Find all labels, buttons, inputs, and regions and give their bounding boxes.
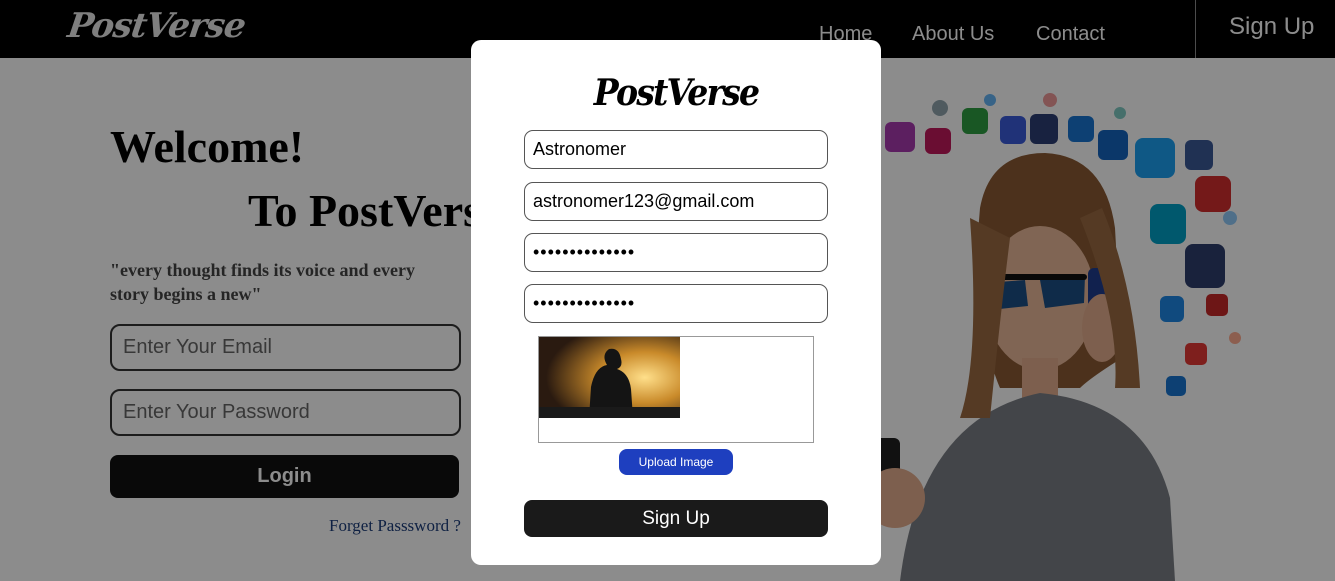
password-field[interactable] — [524, 233, 828, 272]
image-preview-box — [538, 336, 814, 443]
email-field[interactable] — [524, 182, 828, 221]
confirm-password-field[interactable] — [524, 284, 828, 323]
modal-brand-logo: PostVerse — [593, 72, 760, 114]
uploaded-image-preview — [539, 337, 680, 418]
signup-modal: PostVerse Upload Image Sign Up — [471, 40, 881, 565]
name-field[interactable] — [524, 130, 828, 169]
upload-image-button[interactable]: Upload Image — [619, 449, 733, 475]
signup-submit-button[interactable]: Sign Up — [524, 500, 828, 537]
